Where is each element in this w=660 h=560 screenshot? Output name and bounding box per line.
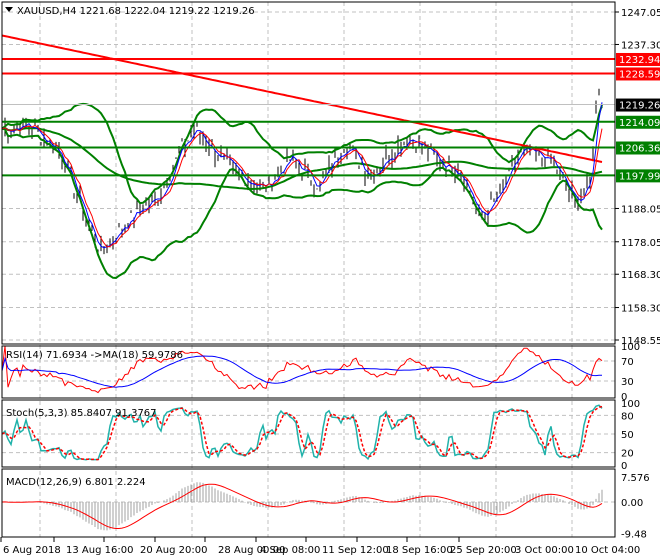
price-tick-label: 1188.05 xyxy=(621,204,660,215)
price-tick-label: 1178.05 xyxy=(621,238,660,249)
price-tick-label: 1247.05 xyxy=(621,8,660,19)
rsi-label: RSI(14) 71.6934 ->MA(18) 59.9786 xyxy=(6,350,183,361)
panel-frames xyxy=(1,1,616,538)
price-badge-label: 1219.26 xyxy=(619,101,660,112)
x-tick-label: 25 Sep 20:00 xyxy=(450,545,517,556)
x-tick-label: 10 Oct 04:00 xyxy=(575,545,640,556)
price-tick-label: 1237.30 xyxy=(621,40,660,51)
x-tick-label: 18 Sep 16:00 xyxy=(386,545,453,556)
rsi-tick-label: 30 xyxy=(621,377,634,388)
x-tick-label: 13 Aug 16:00 xyxy=(66,545,133,556)
bollinger-upper xyxy=(1,102,603,205)
stoch-tick-label: 0 xyxy=(621,461,627,472)
x-tick-label: 20 Aug 20:00 xyxy=(140,545,207,556)
chart-window[interactable]: 6 Aug 2018 13 Aug 16:00 20 Aug 20:00 28 Aug… xyxy=(0,0,660,560)
moving-average-200 xyxy=(1,34,603,163)
macd-label: MACD(12,26,9) 6.801 2.224 xyxy=(6,477,146,488)
stoch-tick-label: 20 xyxy=(621,449,634,460)
grid xyxy=(2,2,615,537)
stoch-tick-label: 80 xyxy=(621,411,634,422)
chart-title: XAUUSD,H4 1221.68 1222.04 1219.22 1219.2… xyxy=(17,6,255,17)
price-badge-label: 1232.94 xyxy=(619,55,660,66)
price-tick-label: 1168.30 xyxy=(621,270,660,281)
axis-labels: 6 Aug 2018 13 Aug 16:00 20 Aug 20:00 28 Aug… xyxy=(0,8,660,556)
macd-tick-label: 0.00 xyxy=(621,498,643,509)
x-tick-label: 6 Aug 2018 xyxy=(3,545,61,556)
bollinger-lower xyxy=(1,127,603,280)
collapse-triangle-icon[interactable] xyxy=(5,7,13,12)
price-tick-label: 1158.30 xyxy=(621,304,660,315)
price-badge-label: 1197.99 xyxy=(619,171,660,182)
stoch-tick-label: 100 xyxy=(621,399,640,410)
price-badge-label: 1214.09 xyxy=(619,118,660,129)
x-tick-label: 4 Sep 08:00 xyxy=(260,545,320,556)
stoch-tick-label: 50 xyxy=(621,430,634,441)
price-badge-label: 1228.59 xyxy=(619,69,660,80)
x-tick-label: 11 Sep 12:00 xyxy=(322,545,389,556)
price-badge-label: 1206.36 xyxy=(619,143,660,154)
macd-tick-label: 7.576 xyxy=(621,473,650,484)
stoch-label: Stoch(5,3,3) 85.8407 91.3767 xyxy=(6,408,157,419)
chart-marks xyxy=(1,34,615,531)
rsi-tick-label: 100 xyxy=(621,342,640,353)
chart-canvas[interactable]: 6 Aug 2018 13 Aug 16:00 20 Aug 20:00 28 Aug… xyxy=(0,0,660,560)
rsi-tick-label: 70 xyxy=(621,357,634,368)
x-tick-label: 3 Oct 00:00 xyxy=(515,545,574,556)
macd-tick-label: -9.48 xyxy=(621,529,647,540)
